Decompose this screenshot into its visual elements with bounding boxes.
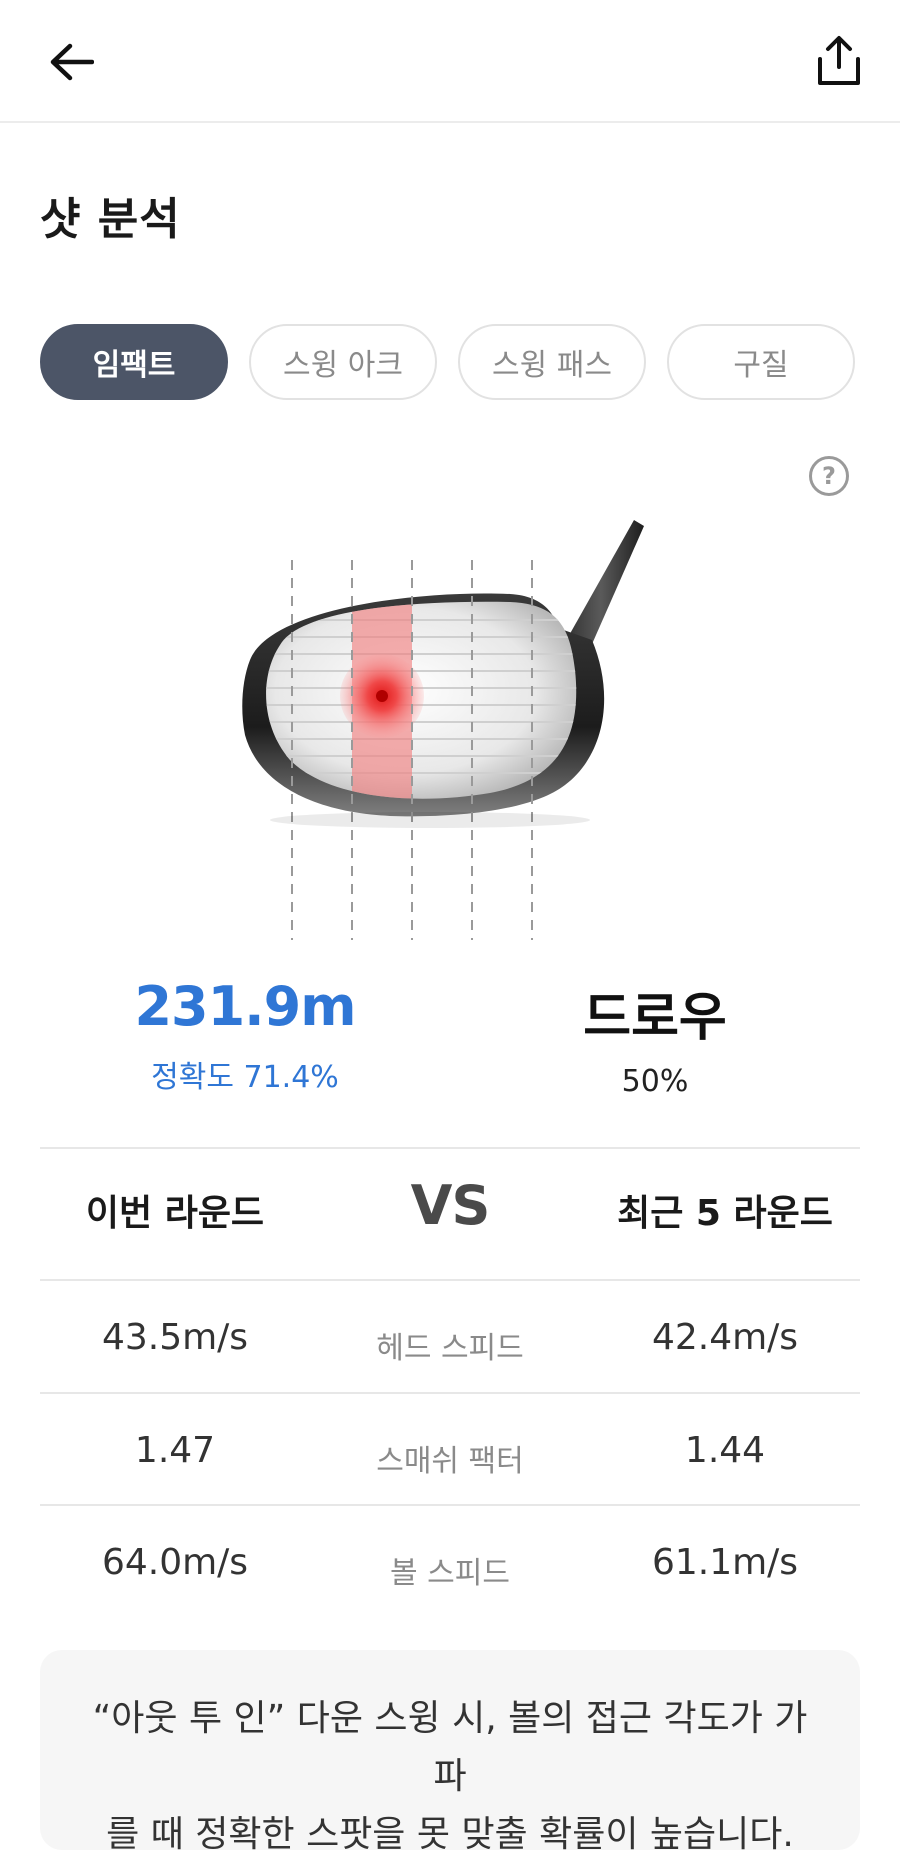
ball-speed-label: 볼 스피드 xyxy=(390,1556,510,1591)
analysis-tip-text: “아웃 투 인” 다운 스윙 시, 볼의 접근 각도가 가파 를 때 정확한 스… xyxy=(90,1690,810,1864)
ball-speed-this-round: 64.0m/s xyxy=(101,1542,249,1583)
distance-value: 231.9m xyxy=(134,975,356,1038)
head-speed-this-round: 43.5m/s xyxy=(101,1317,249,1358)
tip-line-1: “아웃 투 인” 다운 스윙 시, 볼의 접근 각도가 가파 xyxy=(92,1698,808,1797)
tab-swing-arc[interactable]: 스윙 아크 xyxy=(249,324,437,400)
comparison-header: 이번 라운드 VS 최근 5 라운드 xyxy=(40,1150,860,1270)
driver-head-graphic xyxy=(242,520,644,940)
head-speed-label: 헤드 스피드 xyxy=(376,1331,524,1366)
ball-shape-stat: 드로우 50% xyxy=(525,975,785,1099)
page-title: 샷 분석 xyxy=(40,194,181,245)
table-row: 64.0m/s 볼 스피드 61.1m/s xyxy=(40,1508,860,1618)
tab-swing-path[interactable]: 스윙 패스 xyxy=(458,324,646,400)
smash-factor-this-round: 1.47 xyxy=(134,1430,216,1471)
top-bar xyxy=(0,0,900,123)
divider xyxy=(40,1392,860,1394)
distance-stat: 231.9m 정확도 71.4% xyxy=(110,975,380,1096)
table-row: 43.5m/s 헤드 스피드 42.4m/s xyxy=(40,1283,860,1393)
table-row: 1.47 스매쉬 팩터 1.44 xyxy=(40,1396,860,1506)
accuracy-value: 정확도 71.4% xyxy=(151,1060,339,1095)
share-icon xyxy=(818,36,860,85)
vs-label: VS xyxy=(410,1174,491,1237)
smash-factor-recent: 1.44 xyxy=(684,1430,766,1471)
question-circle-icon[interactable]: ? xyxy=(809,456,849,496)
analysis-tabs: 임팩트 스윙 아크 스윙 패스 구질 xyxy=(40,324,860,404)
analysis-tip-box: “아웃 투 인” 다운 스윙 시, 볼의 접근 각도가 가파 를 때 정확한 스… xyxy=(40,1650,860,1855)
tab-ball-flight[interactable]: 구질 xyxy=(667,324,855,400)
back-button[interactable] xyxy=(40,36,102,88)
smash-factor-label: 스매쉬 팩터 xyxy=(376,1444,524,1479)
ball-shape-percent: 50% xyxy=(621,1064,689,1099)
tab-impact[interactable]: 임팩트 xyxy=(40,324,228,400)
head-speed-recent: 42.4m/s xyxy=(651,1317,799,1358)
divider xyxy=(40,1147,860,1149)
club-face-illustration xyxy=(240,520,700,940)
ball-shape-value: 드로우 xyxy=(583,988,727,1048)
this-round-label: 이번 라운드 xyxy=(85,1193,265,1234)
ball-speed-recent: 61.1m/s xyxy=(651,1542,799,1583)
divider xyxy=(40,1279,860,1281)
share-button[interactable] xyxy=(808,30,870,92)
arrow-left-icon xyxy=(50,43,94,81)
divider xyxy=(40,1504,860,1506)
recent-rounds-label: 최근 5 라운드 xyxy=(617,1193,833,1234)
tip-line-2: 를 때 정확한 스팟을 못 맞출 확률이 높습니다. xyxy=(106,1814,794,1855)
